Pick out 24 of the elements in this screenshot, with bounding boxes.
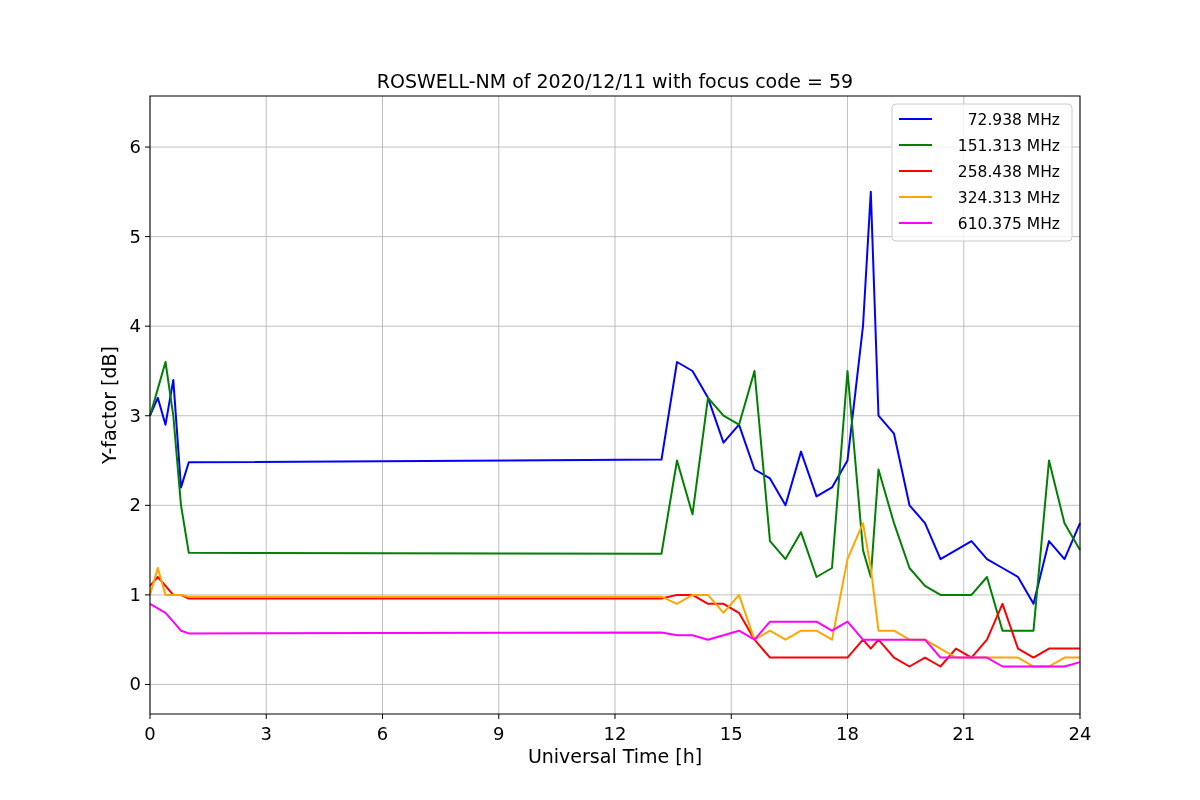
y-tick-label: 6 bbox=[129, 136, 141, 158]
y-tick-label: 3 bbox=[129, 404, 141, 426]
legend-label: 151.313 MHz bbox=[957, 137, 1060, 155]
x-tick-label: 6 bbox=[376, 723, 389, 744]
x-tick-label: 9 bbox=[493, 723, 505, 744]
x-axis-label: Universal Time [h] bbox=[527, 745, 703, 767]
y-axis-label: Y-factor [dB] bbox=[98, 346, 120, 464]
x-tick-label: 21 bbox=[952, 723, 976, 744]
x-tick-label: 18 bbox=[836, 723, 859, 744]
y-tick-label: 5 bbox=[129, 225, 141, 247]
x-tick-label: 15 bbox=[719, 723, 743, 744]
legend-label: 72.938 MHz bbox=[967, 111, 1060, 129]
y-tick-label: 2 bbox=[129, 494, 141, 516]
x-tick-label: 12 bbox=[603, 723, 627, 744]
x-tick-label: 0 bbox=[144, 723, 156, 744]
x-tick-label: 3 bbox=[260, 723, 272, 744]
legend-label: 324.313 MHz bbox=[957, 189, 1060, 207]
y-tick-label: 1 bbox=[129, 583, 141, 605]
chart-title: ROSWELL-NM of 2020/12/11 with focus code = 59 bbox=[376, 70, 854, 92]
legend-label: 258.438 MHz bbox=[957, 163, 1060, 181]
legend-label: 610.375 MHz bbox=[957, 215, 1060, 233]
y-tick-label: 0 bbox=[129, 673, 141, 695]
x-tick-label: 24 bbox=[1068, 723, 1092, 744]
y-tick-label: 4 bbox=[129, 315, 141, 337]
